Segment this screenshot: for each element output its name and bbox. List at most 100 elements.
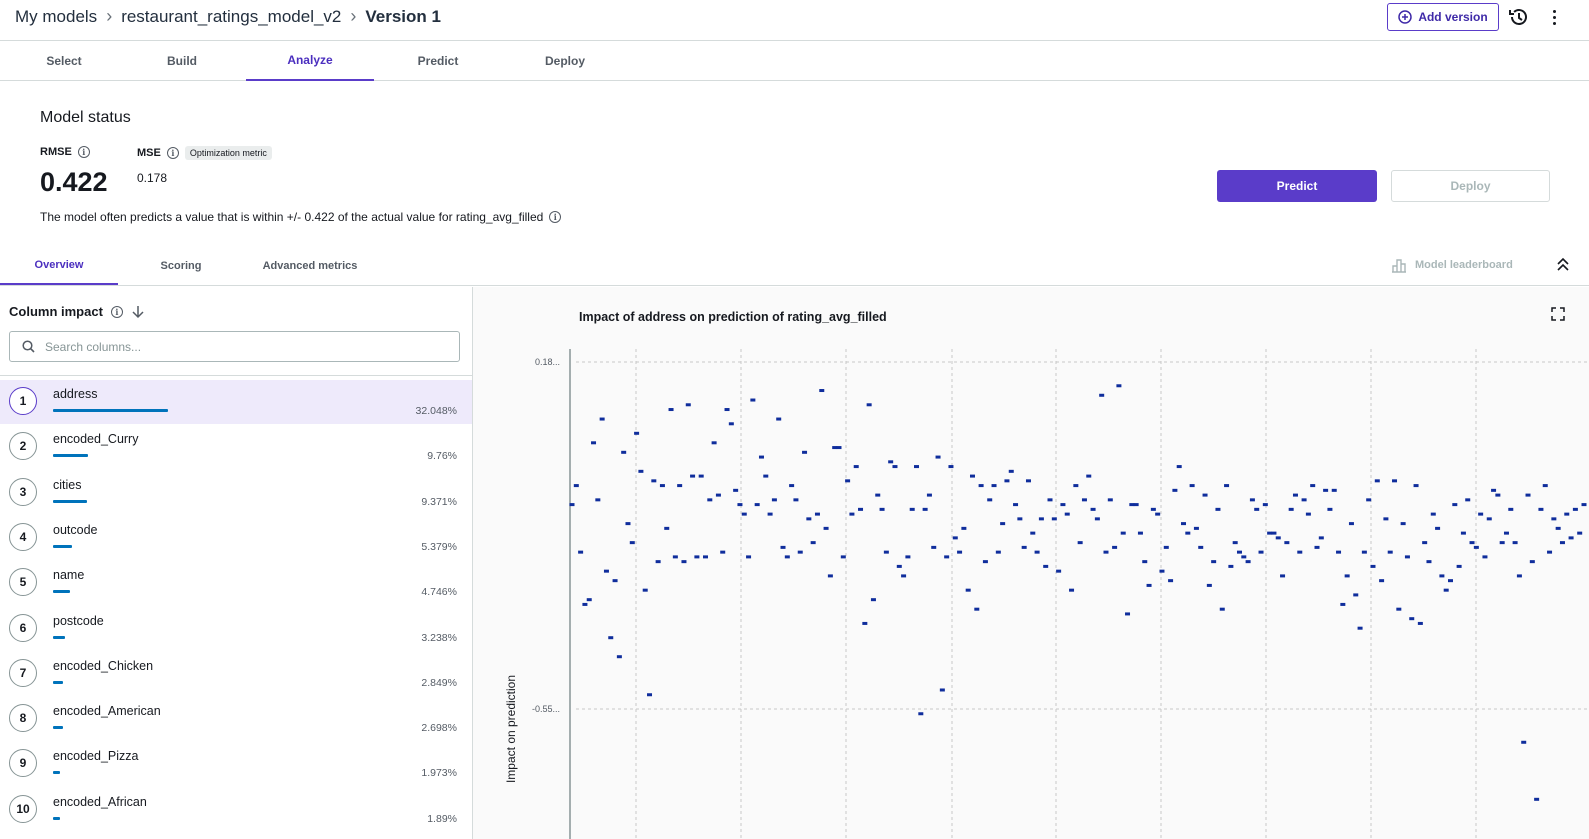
data-point xyxy=(905,555,911,559)
data-point xyxy=(621,450,627,454)
data-point xyxy=(969,474,975,478)
data-point xyxy=(1099,393,1105,397)
more-vertical-icon[interactable] xyxy=(1546,6,1562,28)
data-point xyxy=(1116,384,1122,388)
data-point xyxy=(888,460,894,464)
tab-overview[interactable]: Overview xyxy=(0,247,118,285)
data-point xyxy=(1258,550,1264,554)
data-point xyxy=(1038,517,1044,521)
data-point xyxy=(1305,512,1311,516)
data-point xyxy=(845,479,851,483)
data-point xyxy=(1491,488,1497,492)
data-point xyxy=(1219,607,1225,611)
rmse-label-group: RMSE i xyxy=(40,146,90,158)
data-point xyxy=(698,474,704,478)
column-row-name[interactable]: 5 name 4.746% xyxy=(0,561,472,605)
data-point xyxy=(1323,488,1329,492)
column-row-encoded_American[interactable]: 8 encoded_American 2.698% xyxy=(0,697,472,741)
data-point xyxy=(823,526,829,530)
data-point xyxy=(1521,740,1527,744)
tab-deploy[interactable]: Deploy xyxy=(501,41,629,81)
data-point xyxy=(737,503,743,507)
mse-label-group: MSE i Optimization metric xyxy=(137,146,272,160)
column-row-outcode[interactable]: 4 outcode 5.379% xyxy=(0,516,472,560)
data-point xyxy=(810,541,816,545)
optimization-metric-badge: Optimization metric xyxy=(184,146,272,160)
column-row-cities[interactable]: 3 cities 9.371% xyxy=(0,471,472,515)
data-point xyxy=(767,512,773,516)
column-name: encoded_American xyxy=(53,704,161,719)
data-point xyxy=(681,560,687,564)
column-row-encoded_Pizza[interactable]: 9 encoded_Pizza 1.973% xyxy=(0,742,472,786)
data-point xyxy=(776,417,782,421)
column-impact-header: Column impact i xyxy=(9,304,145,319)
info-icon[interactable]: i xyxy=(110,305,123,318)
data-point xyxy=(1189,484,1195,488)
data-point xyxy=(771,498,777,502)
data-point xyxy=(1340,602,1346,606)
impact-bar xyxy=(53,499,87,503)
data-point xyxy=(625,522,631,526)
data-point xyxy=(1555,526,1561,530)
data-point xyxy=(1159,569,1165,573)
info-icon[interactable]: i xyxy=(77,146,90,158)
data-point xyxy=(1202,493,1208,497)
data-point xyxy=(651,479,657,483)
data-point xyxy=(1499,541,1505,545)
tab-select[interactable]: Select xyxy=(0,41,128,81)
column-row-postcode[interactable]: 6 postcode 3.238% xyxy=(0,607,472,651)
model-status-title: Model status xyxy=(40,109,131,126)
breadcrumb-model[interactable]: restaurant_ratings_model_v2 xyxy=(121,7,341,27)
data-point xyxy=(1331,488,1337,492)
column-row-encoded_African[interactable]: 10 encoded_African 1.89% xyxy=(0,788,472,832)
impact-bar xyxy=(53,544,73,548)
search-icon xyxy=(22,340,35,353)
data-point xyxy=(1568,536,1574,540)
data-point xyxy=(918,712,924,716)
mse-label: MSE xyxy=(137,147,161,159)
data-point xyxy=(591,441,597,445)
data-point xyxy=(1043,564,1049,568)
data-point xyxy=(1228,564,1234,568)
tab-advanced-metrics[interactable]: Advanced metrics xyxy=(250,247,370,285)
tab-analyze[interactable]: Analyze xyxy=(246,41,374,81)
model-leaderboard-button[interactable]: Model leaderboard xyxy=(1391,257,1513,273)
column-name: name xyxy=(53,568,85,583)
chevron-double-up-icon[interactable] xyxy=(1556,255,1570,273)
data-point xyxy=(1439,574,1445,578)
data-point xyxy=(599,417,605,421)
data-point xyxy=(741,512,747,516)
data-point xyxy=(1047,498,1053,502)
search-input[interactable] xyxy=(45,339,425,354)
data-point xyxy=(1163,545,1169,549)
column-row-encoded_Chicken[interactable]: 7 encoded_Chicken 2.849% xyxy=(0,652,472,696)
predict-button[interactable]: Predict xyxy=(1217,170,1377,202)
breadcrumb-my-models[interactable]: My models xyxy=(15,7,97,27)
rmse-label: RMSE xyxy=(40,146,72,158)
data-point xyxy=(1547,550,1553,554)
data-point xyxy=(849,512,855,516)
data-point xyxy=(1387,550,1393,554)
impact-percent: 4.746% xyxy=(421,586,457,599)
add-version-button[interactable]: Add version xyxy=(1387,3,1499,31)
data-point xyxy=(1392,479,1398,483)
info-icon[interactable]: i xyxy=(549,211,562,223)
analysis-tabs: Overview Scoring Advanced metrics Model … xyxy=(0,247,1589,286)
tab-build[interactable]: Build xyxy=(118,41,246,81)
history-icon[interactable] xyxy=(1507,6,1529,28)
column-row-address[interactable]: 1 address 32.048% xyxy=(0,380,472,424)
data-point xyxy=(1103,550,1109,554)
breadcrumb-current: Version 1 xyxy=(365,6,441,26)
data-point xyxy=(1318,536,1324,540)
data-point xyxy=(896,564,902,568)
tab-scoring[interactable]: Scoring xyxy=(122,247,240,285)
column-row-encoded_Curry[interactable]: 2 encoded_Curry 9.76% xyxy=(0,425,472,469)
deploy-button[interactable]: Deploy xyxy=(1391,170,1550,202)
tab-predict[interactable]: Predict xyxy=(374,41,502,81)
data-point xyxy=(1460,531,1466,535)
info-icon[interactable]: i xyxy=(166,147,179,159)
sort-descending-icon[interactable] xyxy=(131,305,145,319)
data-point xyxy=(573,484,579,488)
data-point xyxy=(1034,550,1040,554)
data-point xyxy=(995,550,1001,554)
